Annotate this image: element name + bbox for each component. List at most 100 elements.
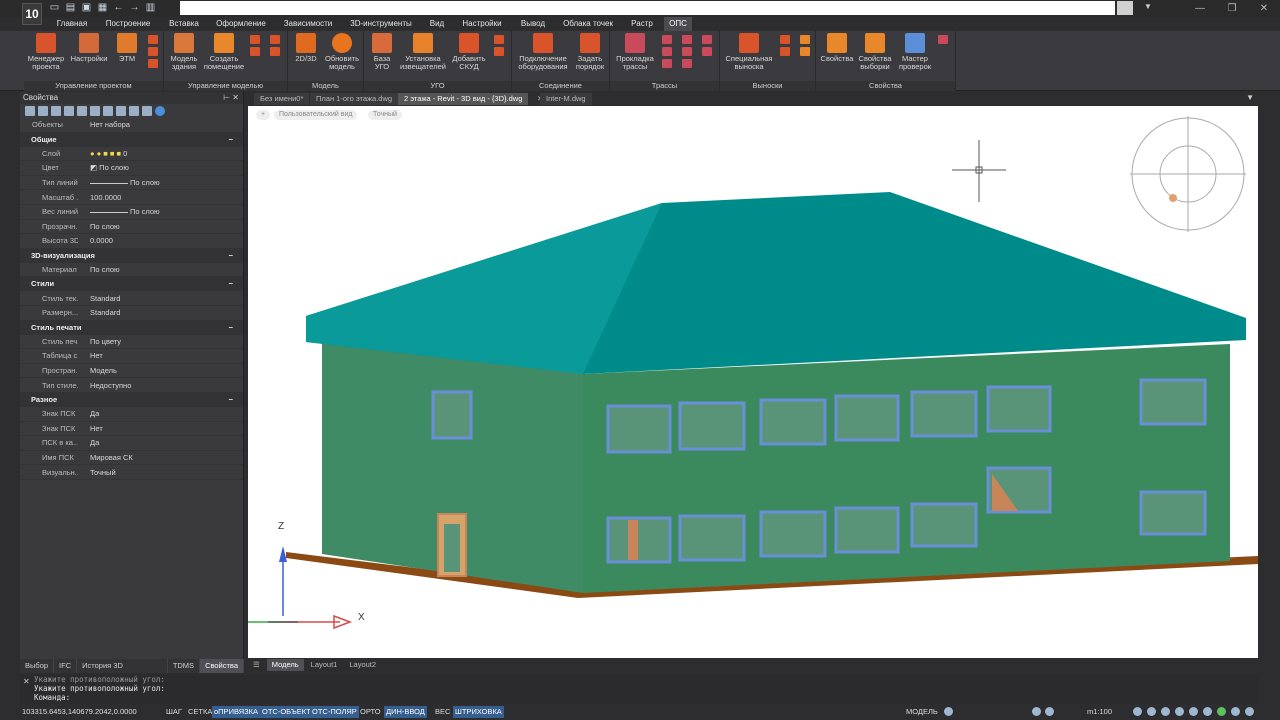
close-command-icon[interactable]: ✕ [23, 677, 30, 686]
tab-3d-tools[interactable]: 3D-инструменты [345, 17, 417, 31]
undo-icon[interactable]: ← [112, 2, 125, 14]
settings-button[interactable]: Настройки [69, 33, 109, 63]
maximize-icon[interactable]: ❐ [1216, 0, 1248, 17]
ugo-base-button[interactable]: База УГО [366, 33, 398, 71]
2d-3d-button[interactable]: 2D/3D [290, 33, 322, 63]
property-row[interactable]: Высота 3D 0.0000 [20, 234, 243, 249]
small-tool-icon[interactable] [662, 59, 672, 68]
model-viewport[interactable]: + Пользовательский вид Точный Z X [248, 106, 1258, 658]
tab-ops[interactable]: ОПС [664, 17, 692, 31]
toolbar-icon[interactable] [64, 106, 74, 116]
hand-icon[interactable] [1147, 707, 1156, 716]
tab-point-clouds[interactable]: Облака точек [558, 17, 618, 31]
property-row[interactable]: Стиль печ... По цвету [20, 335, 243, 350]
space-indicator[interactable]: МОДЕЛЬ [906, 707, 938, 716]
section-print-style[interactable]: Стиль печати [20, 320, 243, 335]
tab-model[interactable]: Модель [266, 659, 304, 671]
small-tool-icon[interactable] [702, 47, 712, 56]
tab-tdms[interactable]: TDMS [168, 659, 201, 673]
small-tool-icon[interactable] [148, 47, 158, 56]
small-tool-icon[interactable] [148, 35, 158, 44]
close-icon[interactable]: ✕ [1248, 0, 1280, 17]
small-tool-icon[interactable] [780, 47, 790, 56]
section-general[interactable]: Общие [20, 132, 243, 147]
property-row[interactable]: Цвет ◩ По слою [20, 161, 243, 176]
property-row[interactable]: Размерн... Standard [20, 306, 243, 321]
tab-insert[interactable]: Вставка [164, 17, 204, 31]
small-tool-icon[interactable] [494, 47, 504, 56]
property-row[interactable]: ПСК в ка... Да [20, 436, 243, 451]
property-row[interactable]: Тип линий По слою [20, 176, 243, 191]
doc-tab[interactable]: План 1-ого этажа.dwg [310, 93, 399, 105]
doc-tab[interactable]: Inter-M.dwg [540, 93, 592, 105]
toggle-otrack[interactable]: ОТС-ОБЪЕКТ [260, 706, 313, 718]
lay-route-button[interactable]: Прокладка трассы [612, 33, 658, 71]
small-tool-icon[interactable] [780, 35, 790, 44]
tab-raster[interactable]: Растр [626, 17, 658, 31]
save-icon[interactable]: ▣ [80, 2, 93, 14]
pan-icon[interactable] [1133, 707, 1142, 716]
small-tool-icon[interactable] [682, 47, 692, 56]
small-tool-icon[interactable] [270, 47, 280, 56]
toolbar-icon[interactable] [38, 106, 48, 116]
tab-build[interactable]: Построение [102, 17, 154, 31]
layout-menu-icon[interactable]: ☰ [248, 659, 265, 671]
update-model-button[interactable]: Обновить модель [322, 33, 362, 71]
app-logo[interactable]: 10 [22, 3, 42, 25]
small-tool-icon[interactable] [800, 35, 810, 44]
chevron-down-icon[interactable]: ▼ [1144, 2, 1156, 14]
new-file-icon[interactable]: ▭ [48, 2, 61, 14]
property-row[interactable]: Прозрачн... По слою [20, 220, 243, 235]
toggle-polar[interactable]: ОТС-ПОЛЯР [310, 706, 359, 718]
tab-layout1[interactable]: Layout1 [306, 659, 343, 671]
tab-constraints[interactable]: Зависимости [280, 17, 336, 31]
small-tool-icon[interactable] [662, 47, 672, 56]
add-skud-button[interactable]: Добавить СКУД [448, 33, 490, 71]
small-tool-icon[interactable] [148, 59, 158, 68]
settings-icon[interactable] [1203, 707, 1212, 716]
doc-tab[interactable]: Без имени0* [254, 93, 310, 105]
toggle-grid[interactable]: СЕТКА [186, 706, 214, 718]
toolbar-icon[interactable] [25, 106, 35, 116]
zoom-icon[interactable] [1161, 707, 1170, 716]
toggle-dyn-input[interactable]: ДИН-ВВОД [384, 706, 427, 718]
section-3d-visualization[interactable]: 3D-визуализация [20, 248, 243, 263]
sync-icon[interactable] [1217, 707, 1226, 716]
small-tool-icon[interactable] [682, 59, 692, 68]
print-icon[interactable]: ▥ [144, 2, 157, 14]
install-detectors-button[interactable]: Установка извещателей [398, 33, 448, 71]
property-row[interactable]: Материал По слою [20, 263, 243, 278]
annotation-icon[interactable] [1032, 707, 1041, 716]
special-callout-button[interactable]: Специальная выноска [722, 33, 776, 71]
small-tool-icon[interactable] [270, 35, 280, 44]
property-row[interactable]: Знак ПСК ... Да [20, 407, 243, 422]
tabs-menu-icon[interactable]: ▼ [1246, 93, 1254, 102]
tab-home[interactable]: Главная [52, 17, 92, 31]
compass-marker[interactable] [1169, 194, 1177, 202]
etm-button[interactable]: ЭТМ [112, 33, 142, 63]
section-misc[interactable]: Разное [20, 392, 243, 407]
small-tool-icon[interactable] [250, 47, 260, 56]
toolbar-icon[interactable] [90, 106, 100, 116]
toolbar-icon[interactable] [103, 106, 113, 116]
tab-view[interactable]: Вид [425, 17, 449, 31]
scale-indicator[interactable]: m1:100 [1087, 707, 1112, 716]
building-model-button[interactable]: Модель здания [166, 33, 202, 71]
project-manager-button[interactable]: Менеджер проекта [26, 33, 66, 71]
property-row[interactable]: Простран... Модель [20, 364, 243, 379]
help-icon[interactable] [155, 106, 165, 116]
tab-design[interactable]: Оформление [212, 17, 270, 31]
toggle-hatch[interactable]: ШТРИХОВКА [453, 706, 504, 718]
redo-icon[interactable]: → [128, 2, 141, 14]
orbit-icon[interactable] [1175, 707, 1184, 716]
tab-output[interactable]: Вывод [515, 17, 551, 31]
tab-ifc[interactable]: IFC [54, 659, 78, 673]
small-tool-icon[interactable] [250, 35, 260, 44]
small-tool-icon[interactable] [494, 35, 504, 44]
workspace-icon[interactable] [1231, 707, 1240, 716]
toggle-lineweight[interactable]: ВЕС [433, 706, 452, 718]
set-order-button[interactable]: Задать порядок [572, 33, 608, 71]
tab-selection[interactable]: Выбор [20, 659, 55, 673]
check-wizard-button[interactable]: Мастер проверок [896, 33, 934, 71]
section-styles[interactable]: Стили [20, 277, 243, 292]
